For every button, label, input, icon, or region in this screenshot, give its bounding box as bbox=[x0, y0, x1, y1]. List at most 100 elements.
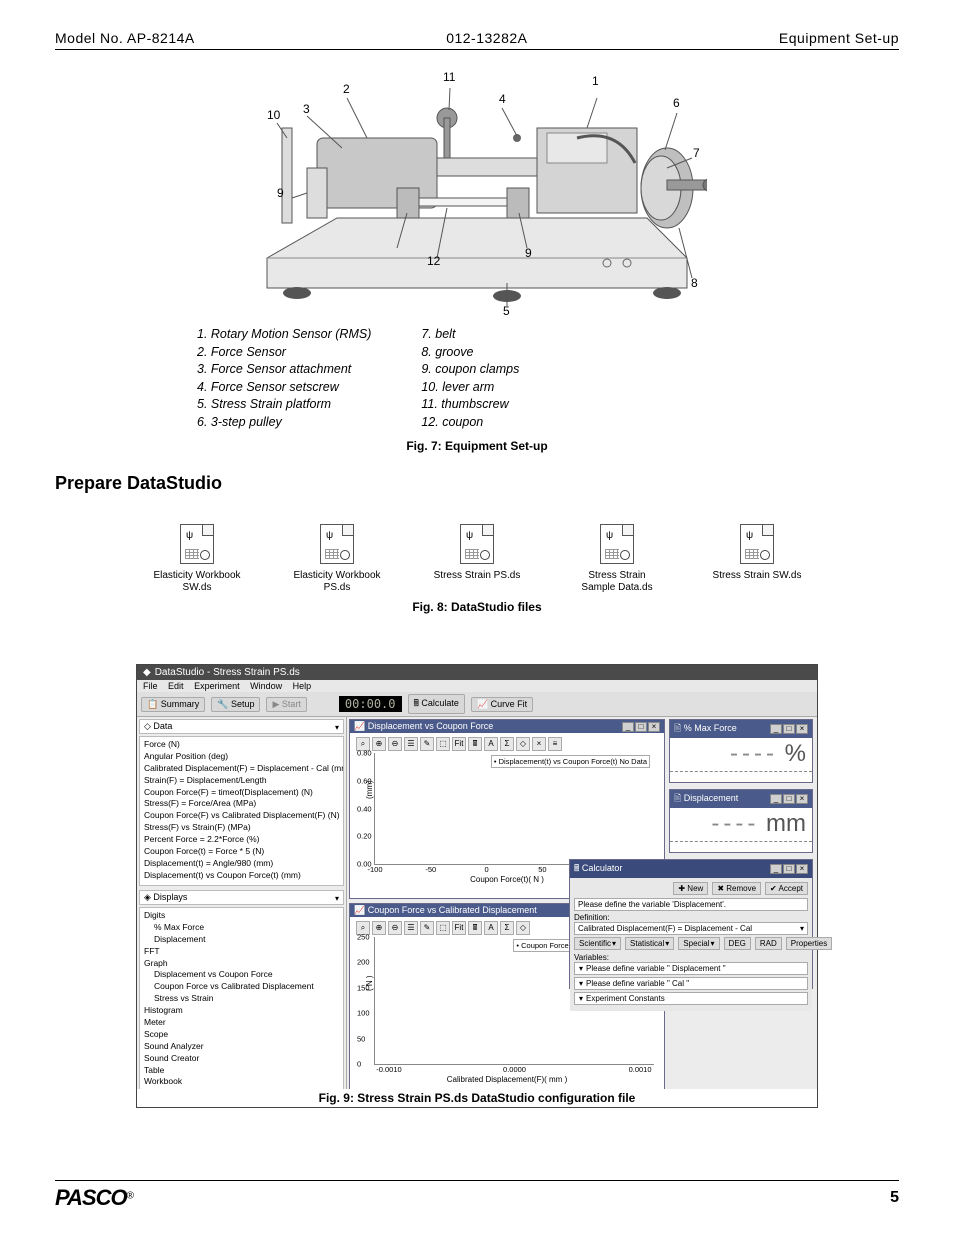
tree-item[interactable]: Calibrated Displacement(F) = Displacemen… bbox=[144, 763, 341, 775]
tree-item[interactable]: Strain(F) = Displacement/Length bbox=[144, 775, 341, 787]
tree-item[interactable]: Displacement(t) = Angle/980 (mm) bbox=[144, 858, 341, 870]
setup-button[interactable]: 🔧 Setup bbox=[211, 697, 260, 712]
calc-cat[interactable]: Scientific bbox=[574, 937, 621, 950]
tree-item[interactable]: Coupon Force(F) vs Calibrated Displaceme… bbox=[144, 810, 341, 822]
window-title: DataStudio - Stress Strain PS.ds bbox=[155, 667, 300, 678]
calc-var[interactable]: Please define variable " Cal " bbox=[574, 977, 808, 990]
calc-cat[interactable]: RAD bbox=[755, 937, 782, 950]
minimize-icon[interactable]: _ bbox=[770, 724, 782, 734]
tree-item[interactable]: Sound Analyzer bbox=[144, 1041, 341, 1053]
menubar[interactable]: File Edit Experiment Window Help bbox=[137, 680, 817, 692]
callout-7: 7 bbox=[693, 146, 700, 160]
tree-item[interactable]: Coupon Force(t) = Force * 5 (N) bbox=[144, 846, 341, 858]
data-panel-header[interactable]: ◇ Data bbox=[139, 719, 344, 734]
legend-item: 10. lever arm bbox=[421, 379, 519, 397]
menu-experiment[interactable]: Experiment bbox=[194, 681, 240, 691]
maximize-icon[interactable]: □ bbox=[783, 724, 795, 734]
tree-item[interactable]: Percent Force = 2.2*Force (%) bbox=[144, 834, 341, 846]
pct-window[interactable]: 🖹 % Max Force _□× ---- % bbox=[669, 719, 813, 783]
maximize-icon[interactable]: □ bbox=[783, 794, 795, 804]
start-button[interactable]: ▶ Start bbox=[266, 697, 306, 712]
tree-item[interactable]: Displacement(t) vs Coupon Force(t) (mm) bbox=[144, 870, 341, 882]
graph-toolbar[interactable]: ⌕⊕⊖☰✎⬚Fit🖩AΣ◇×≡ bbox=[356, 737, 658, 751]
tree-item[interactable]: Displacement vs Coupon Force bbox=[144, 969, 341, 981]
datastudio-file-icon: ψ bbox=[740, 524, 774, 564]
file-item[interactable]: ψ Elasticity Workbook PS.ds bbox=[292, 524, 382, 594]
file-item[interactable]: ψ Stress Strain PS.ds bbox=[432, 524, 522, 594]
data-tree[interactable]: Force (N) Angular Position (deg) Calibra… bbox=[139, 736, 344, 886]
tree-item[interactable]: Angular Position (deg) bbox=[144, 751, 341, 763]
pct-title: % Max Force bbox=[684, 723, 737, 733]
calc-var[interactable]: Please define variable " Displacement " bbox=[574, 962, 808, 975]
tree-item[interactable]: Stress vs Strain bbox=[144, 993, 341, 1005]
legend-item: 5. Stress Strain platform bbox=[197, 396, 371, 414]
tree-item[interactable]: Histogram bbox=[144, 1005, 341, 1017]
calc-definition[interactable]: Calibrated Displacement(F) = Displacemen… bbox=[574, 922, 808, 935]
callout-5: 5 bbox=[503, 304, 510, 318]
calc-new-button[interactable]: ✚ New bbox=[673, 882, 708, 895]
disp-window[interactable]: 🖹 Displacement _□× ---- mm bbox=[669, 789, 813, 853]
file-label: Stress Strain SW.ds bbox=[713, 570, 802, 582]
curvefit-button[interactable]: 📈 Curve Fit bbox=[471, 697, 533, 712]
calc-remove-button[interactable]: ✖ Remove bbox=[712, 882, 761, 895]
tree-item[interactable]: Coupon Force(F) = timeof(Displacement) (… bbox=[144, 787, 341, 799]
calc-cat[interactable]: Properties bbox=[786, 937, 832, 950]
tree-item[interactable]: Graph bbox=[144, 958, 341, 970]
figure-8-caption: Fig. 8: DataStudio files bbox=[55, 600, 899, 614]
close-icon[interactable]: × bbox=[648, 722, 660, 732]
menu-window[interactable]: Window bbox=[250, 681, 282, 691]
legend-item: 11. thumbscrew bbox=[421, 396, 519, 414]
calc-accept-button[interactable]: ✔ Accept bbox=[765, 882, 808, 895]
maximize-icon[interactable]: □ bbox=[635, 722, 647, 732]
tree-item[interactable]: Sound Creator bbox=[144, 1053, 341, 1065]
tree-item[interactable]: Table bbox=[144, 1065, 341, 1077]
minimize-icon[interactable]: _ bbox=[770, 794, 782, 804]
close-icon[interactable]: × bbox=[796, 724, 808, 734]
figure-7-legend: 1. Rotary Motion Sensor (RMS) 2. Force S… bbox=[197, 326, 757, 431]
legend-item: 2. Force Sensor bbox=[197, 344, 371, 362]
displays-tree[interactable]: Digits % Max Force Displacement FFT Grap… bbox=[139, 907, 344, 1105]
tree-item[interactable]: Stress(F) vs Strain(F) (MPa) bbox=[144, 822, 341, 834]
tree-item[interactable]: FFT bbox=[144, 946, 341, 958]
menu-file[interactable]: File bbox=[143, 681, 158, 691]
callout-9b: 9 bbox=[525, 246, 532, 260]
displays-panel-header[interactable]: ◈ Displays bbox=[139, 890, 344, 905]
tree-item[interactable]: Displacement bbox=[144, 934, 341, 946]
tree-item[interactable]: % Max Force bbox=[144, 922, 341, 934]
menu-help[interactable]: Help bbox=[293, 681, 312, 691]
tree-item[interactable]: Coupon Force vs Calibrated Displacement bbox=[144, 981, 341, 993]
file-label: Elasticity Workbook PS.ds bbox=[292, 570, 382, 594]
calculate-button[interactable]: 🖩 Calculate bbox=[408, 694, 465, 714]
tree-item[interactable]: Workbook bbox=[144, 1076, 341, 1088]
tree-item[interactable]: Force (N) bbox=[144, 739, 341, 751]
timer-display: 00:00.0 bbox=[339, 696, 402, 712]
calc-cat[interactable]: DEG bbox=[724, 937, 751, 950]
graph2-xlabel: Calibrated Displacement(F)( mm ) bbox=[356, 1075, 658, 1084]
menu-edit[interactable]: Edit bbox=[168, 681, 184, 691]
summary-button[interactable]: 📋 Summary bbox=[141, 697, 205, 712]
file-label: Stress Strain PS.ds bbox=[434, 570, 521, 582]
calc-cat[interactable]: Special bbox=[678, 937, 719, 950]
callout-6: 6 bbox=[673, 96, 680, 110]
file-item[interactable]: ψ Elasticity Workbook SW.ds bbox=[152, 524, 242, 594]
callout-10: 10 bbox=[267, 108, 280, 122]
calc-cat[interactable]: Statistical bbox=[625, 937, 674, 950]
minimize-icon[interactable]: _ bbox=[770, 864, 782, 874]
page-header: Model No. AP-8214A 012-13282A Equipment … bbox=[55, 30, 899, 50]
close-icon[interactable]: × bbox=[796, 864, 808, 874]
window-titlebar[interactable]: ◆ DataStudio - Stress Strain PS.ds bbox=[137, 665, 817, 680]
calculator-window[interactable]: 🖩 Calculator _□× ✚ New ✖ Remove ✔ Accept… bbox=[569, 859, 813, 989]
tree-item[interactable]: Digits bbox=[144, 910, 341, 922]
tree-item[interactable]: Stress(F) = Force/Area (MPa) bbox=[144, 798, 341, 810]
file-item[interactable]: ψ Stress Strain SW.ds bbox=[712, 524, 802, 594]
datastudio-file-icon: ψ bbox=[600, 524, 634, 564]
close-icon[interactable]: × bbox=[796, 794, 808, 804]
file-item[interactable]: ψ Stress Strain Sample Data.ds bbox=[572, 524, 662, 594]
tree-item[interactable]: Meter bbox=[144, 1017, 341, 1029]
calc-exp-const[interactable]: Experiment Constants bbox=[574, 992, 808, 1005]
minimize-icon[interactable]: _ bbox=[622, 722, 634, 732]
legend-item: 12. coupon bbox=[421, 414, 519, 432]
callout-9a: 9 bbox=[277, 186, 284, 200]
maximize-icon[interactable]: □ bbox=[783, 864, 795, 874]
tree-item[interactable]: Scope bbox=[144, 1029, 341, 1041]
